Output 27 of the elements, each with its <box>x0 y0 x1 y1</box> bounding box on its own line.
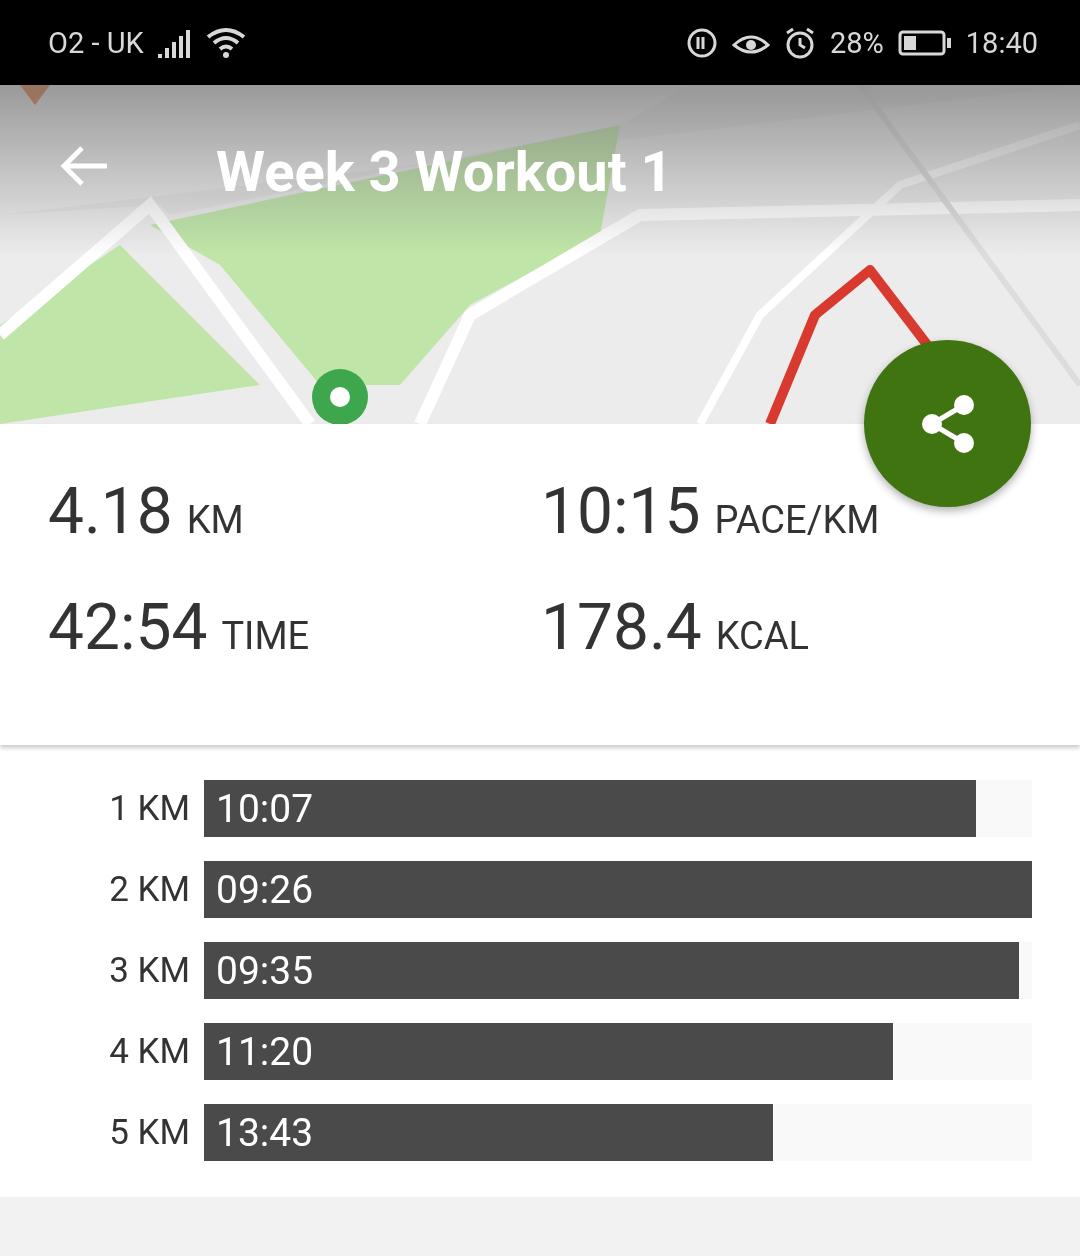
clock-time: 18:40 <box>965 25 1038 60</box>
split-label: 2 KM <box>108 869 191 910</box>
stat-unit: TIME <box>221 613 310 658</box>
split-bar: 09:35 <box>204 942 1019 999</box>
battery-icon <box>897 29 952 56</box>
stat-value: 42:54 <box>48 589 208 665</box>
stat-value: 4.18 <box>48 474 173 549</box>
split-bar: 09:26 <box>204 861 1032 918</box>
battery-percent: 28% <box>829 25 884 60</box>
split-bar: 13:43 <box>204 1104 773 1161</box>
split-bar: 10:07 <box>204 780 976 837</box>
carrier-name: O2 - UK <box>48 25 144 60</box>
split-label: 5 KM <box>108 1112 191 1153</box>
split-label: 3 KM <box>108 950 191 991</box>
split-label: 4 KM <box>108 1031 191 1072</box>
workout-title: Week 3 Workout 1 <box>216 140 673 204</box>
stat-value: 178.4 <box>541 589 702 665</box>
stat-unit: KM <box>186 498 244 542</box>
signal-icon <box>157 27 192 58</box>
share-icon <box>919 392 976 455</box>
stat-value: 10:15 <box>541 474 701 549</box>
wifi-icon <box>205 26 246 59</box>
data-saver-icon <box>685 26 718 59</box>
stat-unit: PACE/KM <box>714 498 880 542</box>
stat-unit: KCAL <box>715 613 809 658</box>
split-label: 1 KM <box>108 788 191 829</box>
split-bar: 11:20 <box>204 1023 893 1080</box>
